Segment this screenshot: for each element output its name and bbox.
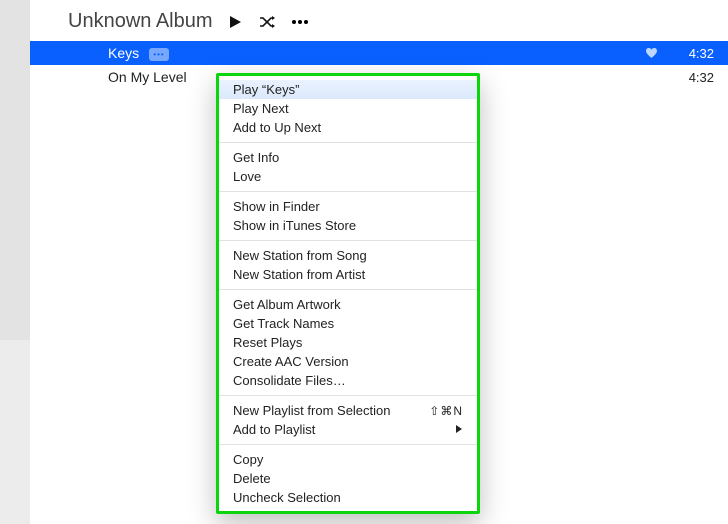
menu-item[interactable]: New Playlist from Selection ⇧⌘N xyxy=(219,401,477,420)
track-badge: ••• xyxy=(149,48,169,61)
menu-item[interactable]: New Station from Song xyxy=(219,246,477,265)
menu-item[interactable]: Show in iTunes Store xyxy=(219,216,477,235)
table-row[interactable]: Keys ••• 4:32 xyxy=(30,41,728,65)
menu-item-label: Create AAC Version xyxy=(233,354,349,369)
menu-item-label: Love xyxy=(233,169,261,184)
menu-item[interactable]: Play “Keys” xyxy=(219,80,477,99)
menu-item[interactable]: Uncheck Selection xyxy=(219,488,477,507)
menu-item-label: Play Next xyxy=(233,101,289,116)
heart-icon[interactable] xyxy=(642,47,660,59)
menu-separator xyxy=(219,142,477,143)
menu-item-label: Reset Plays xyxy=(233,335,302,350)
menu-separator xyxy=(219,395,477,396)
menu-item-label: Add to Playlist xyxy=(233,422,315,437)
menu-item-label: Play “Keys” xyxy=(233,82,299,97)
sidebar-stub xyxy=(0,0,31,340)
context-menu: Play “Keys” Play Next Add to Up Next Get In… xyxy=(216,73,480,514)
track-duration: 4:32 xyxy=(672,70,714,85)
menu-item-label: Get Album Artwork xyxy=(233,297,341,312)
menu-item[interactable]: Consolidate Files… xyxy=(219,371,477,390)
menu-item[interactable]: Delete xyxy=(219,469,477,488)
menu-item[interactable]: Show in Finder xyxy=(219,197,477,216)
menu-separator xyxy=(219,191,477,192)
more-icon[interactable] xyxy=(291,13,309,31)
menu-shortcut: ⇧⌘N xyxy=(429,404,463,418)
menu-item-label: Show in iTunes Store xyxy=(233,218,356,233)
album-title: Unknown Album xyxy=(68,10,213,33)
menu-item-label: Delete xyxy=(233,471,271,486)
menu-item[interactable]: Get Album Artwork xyxy=(219,295,477,314)
menu-item[interactable]: Add to Up Next xyxy=(219,118,477,137)
menu-item[interactable]: New Station from Artist xyxy=(219,265,477,284)
menu-item-label: Copy xyxy=(233,452,263,467)
menu-item[interactable]: Reset Plays xyxy=(219,333,477,352)
menu-item-label: Add to Up Next xyxy=(233,120,321,135)
track-duration: 4:32 xyxy=(672,46,714,61)
menu-separator xyxy=(219,289,477,290)
track-name-text: Keys xyxy=(108,45,139,61)
menu-item-label: New Station from Song xyxy=(233,248,367,263)
track-name: Keys ••• xyxy=(30,45,169,61)
menu-item-label: Uncheck Selection xyxy=(233,490,341,505)
menu-item[interactable]: Play Next xyxy=(219,99,477,118)
play-icon[interactable] xyxy=(227,13,245,31)
menu-item-label: New Station from Artist xyxy=(233,267,365,282)
menu-separator xyxy=(219,240,477,241)
shuffle-icon[interactable] xyxy=(259,13,277,31)
menu-item[interactable]: Add to Playlist xyxy=(219,420,477,439)
menu-item[interactable]: Love xyxy=(219,167,477,186)
submenu-arrow-icon xyxy=(455,422,463,437)
menu-item-label: Consolidate Files… xyxy=(233,373,346,388)
track-name: On My Level xyxy=(30,69,187,85)
menu-separator xyxy=(219,444,477,445)
menu-item-label: Get Track Names xyxy=(233,316,334,331)
menu-item[interactable]: Get Info xyxy=(219,148,477,167)
menu-item[interactable]: Copy xyxy=(219,450,477,469)
content-pane: Unknown Album Keys ••• 4:32 On xyxy=(30,0,728,524)
menu-item-label: Show in Finder xyxy=(233,199,320,214)
menu-item-label: Get Info xyxy=(233,150,279,165)
menu-item[interactable]: Get Track Names xyxy=(219,314,477,333)
menu-item-label: New Playlist from Selection xyxy=(233,403,391,418)
album-header: Unknown Album xyxy=(30,0,728,41)
menu-item[interactable]: Create AAC Version xyxy=(219,352,477,371)
